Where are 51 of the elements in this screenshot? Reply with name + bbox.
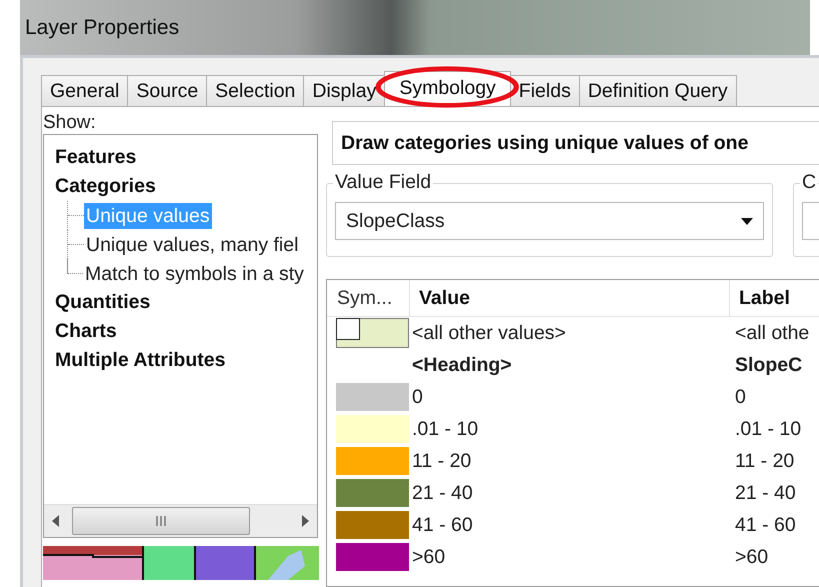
tree-item[interactable]: Quantities bbox=[55, 288, 317, 317]
tab[interactable]: Source bbox=[127, 75, 208, 106]
table-cell-text: 41 - 60 bbox=[734, 514, 797, 536]
tree-item[interactable]: Multiple Attributes bbox=[55, 346, 317, 375]
checkbox[interactable] bbox=[336, 318, 360, 340]
scroll-right-icon[interactable] bbox=[301, 515, 309, 527]
table-cell-text: 21 - 40 bbox=[734, 482, 797, 504]
symbol-swatch[interactable] bbox=[336, 415, 409, 443]
tab[interactable]: Fields bbox=[510, 75, 580, 106]
column-header[interactable]: Value bbox=[409, 280, 729, 316]
table-cell-text: SlopeC bbox=[734, 354, 804, 376]
scrollbar-thumb[interactable] bbox=[72, 507, 250, 535]
table-cell-text: >60 bbox=[734, 546, 770, 568]
tab[interactable]: Display bbox=[303, 75, 386, 106]
symbol-swatch[interactable] bbox=[336, 447, 409, 475]
table-cell-text: 41 - 60 bbox=[411, 514, 474, 536]
table-cell-text: 21 - 40 bbox=[411, 482, 474, 504]
tree-item[interactable]: Match to symbols in a sty bbox=[83, 260, 306, 286]
tab[interactable]: Selection bbox=[206, 75, 304, 106]
tree-item[interactable]: Unique values, many fiel bbox=[84, 232, 300, 258]
value-field-dropdown[interactable]: SlopeClass bbox=[335, 202, 764, 240]
tree-item[interactable]: Categories bbox=[55, 172, 317, 201]
horizontal-scrollbar[interactable] bbox=[44, 504, 317, 537]
table-cell-text: <Heading> bbox=[411, 354, 513, 376]
symbol-swatch[interactable] bbox=[336, 543, 409, 571]
description-text: Draw categories using unique values of one bbox=[341, 132, 748, 154]
table-cell-text: .01 - 10 bbox=[734, 418, 802, 440]
table-cell-text: >60 bbox=[411, 546, 446, 568]
symbol-swatch[interactable] bbox=[336, 511, 409, 539]
tree-item[interactable]: Charts bbox=[55, 317, 317, 346]
symbol-swatch[interactable] bbox=[336, 318, 409, 348]
table-cell-text: .01 - 10 bbox=[411, 418, 480, 440]
tree-item[interactable]: Features bbox=[55, 143, 317, 172]
dropdown-caret-icon bbox=[741, 218, 753, 224]
tab[interactable]: General bbox=[41, 75, 128, 106]
dropdown-field[interactable] bbox=[802, 202, 819, 240]
column-header[interactable]: Label bbox=[729, 280, 819, 316]
tab[interactable]: Definition Query bbox=[578, 75, 737, 106]
scroll-left-icon[interactable] bbox=[52, 515, 60, 527]
show-label: Show: bbox=[43, 113, 97, 133]
table-cell-text: 0 bbox=[411, 386, 424, 408]
window-title: Layer Properties bbox=[25, 16, 180, 40]
table-cell-text: <all othe bbox=[734, 322, 810, 344]
column-header[interactable]: Sym... bbox=[327, 280, 409, 316]
symbol-swatch[interactable] bbox=[336, 383, 409, 411]
table-cell-text: <all other values> bbox=[411, 322, 567, 344]
table-cell-text: 11 - 20 bbox=[411, 450, 472, 472]
symbol-swatch[interactable] bbox=[336, 479, 409, 507]
table-cell-text: 0 bbox=[734, 386, 747, 408]
table-cell-text: 11 - 20 bbox=[734, 450, 796, 472]
grip-icon bbox=[155, 515, 167, 527]
